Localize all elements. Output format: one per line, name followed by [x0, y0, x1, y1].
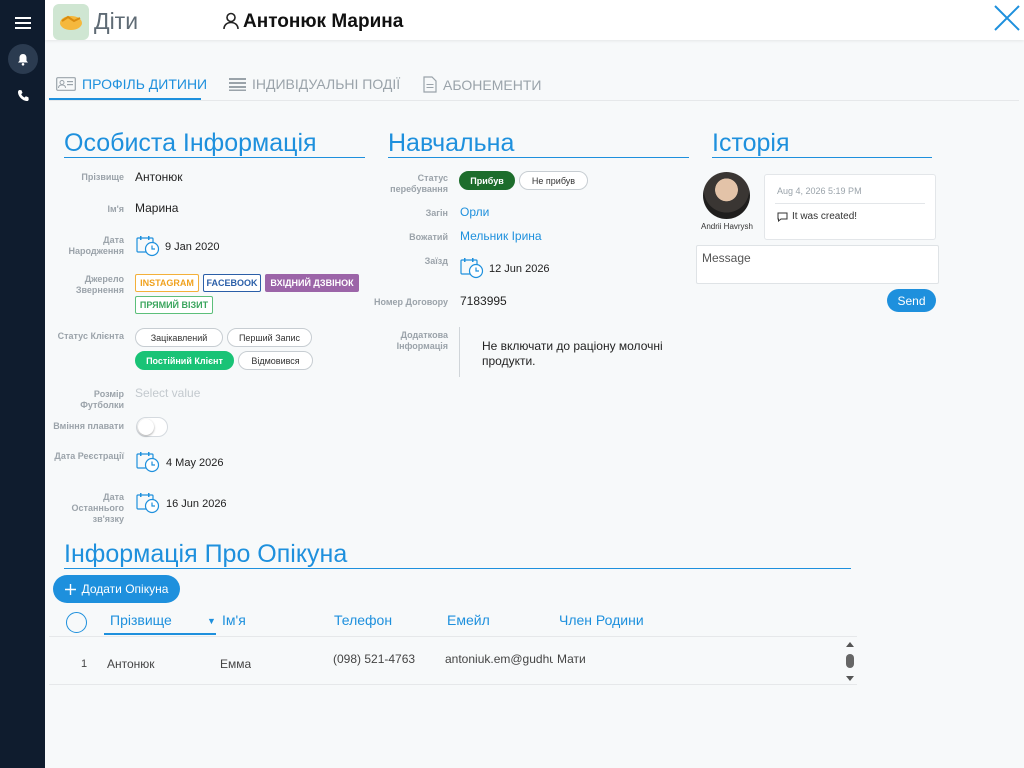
birth-date-label: Дата Народження	[68, 235, 125, 256]
guardians-underline	[64, 568, 851, 569]
send-button[interactable]: Send	[887, 289, 936, 312]
user-icon	[223, 12, 239, 30]
registration-date-value: 4 May 2026	[166, 457, 224, 469]
education-underline	[388, 157, 689, 158]
plus-icon	[64, 583, 76, 595]
row-index: 1	[81, 658, 88, 670]
row-phone: (098) 521-4763	[333, 652, 416, 666]
list-icon	[229, 77, 246, 91]
status-regular-client[interactable]: Постійний Клієнт	[135, 351, 234, 370]
id-card-icon	[56, 77, 76, 91]
contract-value[interactable]: 7183995	[460, 294, 507, 308]
source-incoming-call[interactable]: ВХІДНИЙ ДЗВІНОК	[265, 274, 359, 292]
group-link[interactable]: Орли	[460, 205, 489, 219]
contract-label: Номер Договору	[374, 297, 448, 307]
shirt-size-select[interactable]: Select value	[135, 386, 200, 400]
column-surname[interactable]: Прізвище	[110, 612, 172, 628]
group-label: Загін	[425, 208, 448, 218]
column-phone[interactable]: Телефон	[334, 612, 392, 628]
row-name: Емма	[220, 657, 252, 671]
source-label: Джерело Звернення	[75, 274, 124, 295]
child-name: Антонюк Марина	[243, 11, 404, 32]
surname-label: Прізвище	[81, 172, 124, 182]
counselor-label: Вожатий	[409, 232, 448, 242]
client-status-label: Статус Клієнта	[57, 331, 124, 341]
phone-icon[interactable]	[8, 80, 38, 110]
sorted-column-indicator	[104, 633, 216, 635]
history-title: Історія	[712, 129, 790, 157]
birth-date-value: 9 Jan 2020	[165, 241, 220, 253]
history-message: It was created!	[777, 211, 857, 222]
add-guardian-button[interactable]: Додати Опікуна	[53, 575, 180, 603]
left-rail	[0, 0, 45, 768]
registration-date-label: Дата Реєстрації	[54, 451, 124, 461]
shirt-size-label: Розмір Футболки	[80, 389, 124, 410]
arrival-label: Заїзд	[424, 256, 448, 266]
row-relation: Мати	[557, 652, 586, 666]
swim-label: Вміння плавати	[53, 421, 124, 431]
status-declined[interactable]: Відмовився	[238, 351, 313, 370]
status-first-booking[interactable]: Перший Запис	[227, 328, 312, 347]
personal-info-underline	[64, 157, 365, 158]
tab-subscriptions[interactable]: АБОНЕМЕНТИ	[423, 76, 541, 93]
column-name[interactable]: Ім'я	[222, 612, 246, 628]
education-title: Навчальна	[388, 129, 515, 157]
name-value[interactable]: Марина	[135, 201, 178, 215]
column-email[interactable]: Емейл	[447, 612, 490, 628]
last-contact-date-value: 16 Jun 2026	[166, 498, 227, 510]
extra-info-label: Додаткова Інформація	[396, 330, 448, 351]
row-surname: Антонюк	[107, 657, 155, 671]
status-interested[interactable]: Зацікавлений	[135, 328, 223, 347]
last-contact-label: Дата Останнього зв'язку	[71, 492, 124, 524]
arrival-date-value: 12 Jun 2026	[489, 263, 550, 275]
status-not-arrived[interactable]: Не прибув	[519, 171, 588, 190]
swim-toggle[interactable]	[136, 417, 168, 437]
source-instagram[interactable]: INSTAGRAM	[135, 274, 199, 292]
sort-down-icon[interactable]: ▼	[207, 616, 216, 626]
table-row-divider	[49, 684, 857, 685]
stay-status-label: Статус перебування	[390, 173, 448, 194]
note-bar	[459, 327, 460, 377]
comment-icon	[777, 212, 788, 222]
tab-individual-events[interactable]: ІНДИВІДУАЛЬНІ ПОДІЇ	[229, 76, 400, 92]
history-time: Aug 4, 2026 5:19 PM	[777, 186, 862, 196]
message-input[interactable]: Message	[696, 245, 939, 284]
tabs-divider	[49, 100, 1019, 101]
history-author: Andrii Havrysh	[700, 222, 753, 231]
page-title: Антонюк Марина	[223, 11, 404, 33]
document-icon	[423, 76, 437, 93]
name-label: Ім'я	[107, 204, 124, 214]
history-entry: Aug 4, 2026 5:19 PM It was created!	[764, 174, 936, 240]
close-icon[interactable]	[993, 4, 1021, 37]
handshake-logo-icon	[53, 4, 89, 40]
menu-icon[interactable]	[8, 8, 38, 38]
tab-child-profile[interactable]: ПРОФІЛЬ ДИТИНИ	[56, 76, 207, 92]
calendar-icon[interactable]	[136, 492, 160, 519]
table-header-divider	[49, 636, 857, 637]
personal-info-title: Особиста Інформація	[64, 129, 317, 157]
toggle-knob	[138, 419, 154, 435]
extra-info-value[interactable]: Не включати до раціону молочні продукти.	[482, 339, 692, 369]
status-arrived[interactable]: Прибув	[459, 171, 515, 190]
surname-value[interactable]: Антонюк	[135, 170, 183, 184]
calendar-icon[interactable]	[136, 235, 160, 262]
history-underline	[712, 157, 932, 158]
calendar-icon[interactable]	[136, 451, 160, 478]
guardians-title: Інформація Про Опікуна	[64, 540, 348, 568]
history-separator	[775, 203, 925, 204]
column-relation[interactable]: Член Родини	[559, 612, 644, 628]
counselor-link[interactable]: Мельник Ірина	[460, 229, 542, 243]
row-email: antoniuk.em@gudhub.com	[445, 652, 553, 666]
source-facebook[interactable]: FACEBOOK	[203, 274, 261, 292]
header: Діти Антонюк Марина	[45, 0, 1024, 40]
calendar-icon[interactable]	[460, 257, 484, 284]
app-title: Діти	[94, 8, 139, 34]
source-direct-visit[interactable]: ПРЯМИЙ ВІЗИТ	[135, 296, 213, 314]
scrollbar[interactable]	[844, 640, 856, 689]
bell-icon[interactable]	[8, 44, 38, 74]
avatar	[703, 172, 750, 219]
select-all-checkbox[interactable]	[66, 612, 87, 633]
